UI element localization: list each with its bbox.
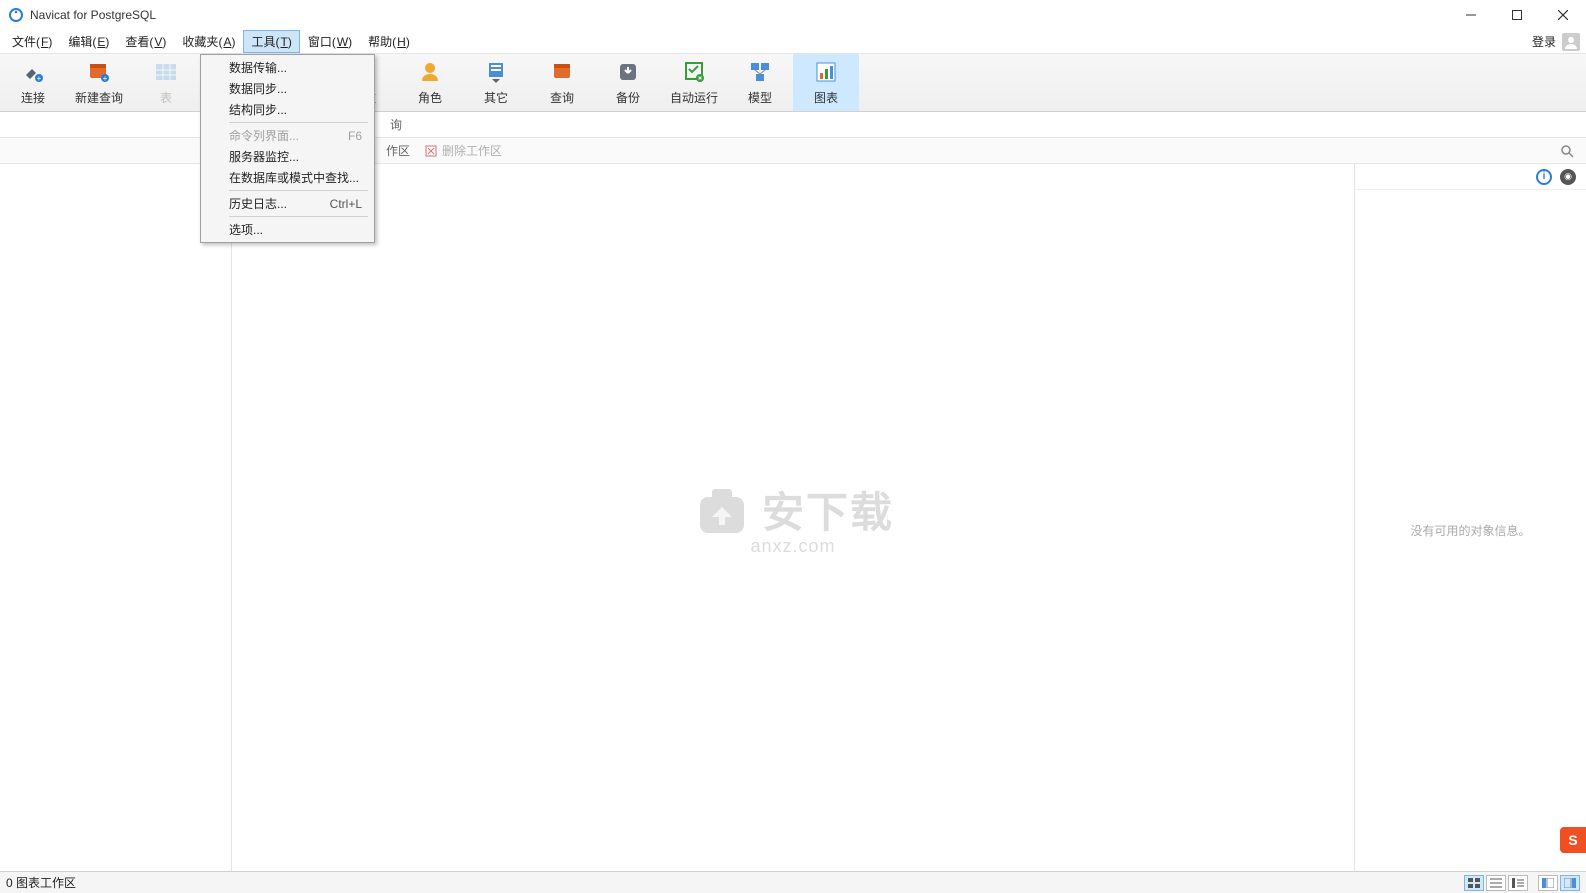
- query-icon: [549, 59, 575, 85]
- other-icon: [483, 59, 509, 85]
- menu-view[interactable]: 查看(V): [117, 30, 174, 53]
- autorun-icon: [681, 59, 707, 85]
- menu-separator: [229, 216, 368, 217]
- menu-separator: [229, 190, 368, 191]
- menu-structure-sync[interactable]: 结构同步...: [203, 99, 372, 120]
- view-list-button[interactable]: [1486, 875, 1506, 891]
- menu-window[interactable]: 窗口(W): [300, 30, 360, 53]
- info-panel-empty: 没有可用的对象信息。: [1355, 190, 1586, 871]
- minimize-button[interactable]: [1448, 0, 1494, 30]
- watermark: 安下载 anxz.com: [692, 479, 894, 557]
- titlebar: Navicat for PostgreSQL: [0, 0, 1586, 30]
- toolbar-autorun[interactable]: 自动运行: [661, 54, 727, 111]
- menu-options[interactable]: 选项...: [203, 219, 372, 240]
- workspace-label-fragment: 作区: [386, 142, 410, 159]
- newquery-icon: +: [86, 59, 112, 85]
- watermark-text-small: anxz.com: [692, 536, 894, 557]
- table-icon: [153, 59, 179, 85]
- menu-console: 命令列界面...F6: [203, 125, 372, 146]
- menubar: 文件(F) 编辑(E) 查看(V) 收藏夹(A) 工具(T) 窗口(W) 帮助(…: [0, 30, 1586, 54]
- info-icon[interactable]: i: [1536, 169, 1552, 185]
- menu-separator: [229, 122, 368, 123]
- info-panel-tabs: i ◉: [1355, 164, 1586, 190]
- menu-server-monitor[interactable]: 服务器监控...: [203, 146, 372, 167]
- toolbar-newquery[interactable]: + 新建查询: [66, 54, 132, 111]
- toolbar-chart[interactable]: 图表: [793, 54, 859, 111]
- login-label: 登录: [1532, 33, 1556, 50]
- menu-find-in-db[interactable]: 在数据库或模式中查找...: [203, 167, 372, 188]
- status-text: 0 图表工作区: [6, 874, 76, 891]
- menu-help[interactable]: 帮助(H): [360, 30, 418, 53]
- view-grid-button[interactable]: [1464, 875, 1484, 891]
- backup-icon: [615, 59, 641, 85]
- statusbar: 0 图表工作区: [0, 871, 1586, 893]
- chart-icon: [813, 59, 839, 85]
- window-title: Navicat for PostgreSQL: [30, 8, 1448, 22]
- connection-tree[interactable]: [0, 164, 232, 871]
- menu-data-sync[interactable]: 数据同步...: [203, 78, 372, 99]
- toolbar-connect[interactable]: + 连接: [0, 54, 66, 111]
- maximize-button[interactable]: [1494, 0, 1540, 30]
- toolbar-backup[interactable]: 备份: [595, 54, 661, 111]
- main-area: 安下载 anxz.com i ◉ 没有可用的对象信息。: [0, 164, 1586, 871]
- window-controls: [1448, 0, 1586, 30]
- toolbar-model[interactable]: 模型: [727, 54, 793, 111]
- toggle-info-button[interactable]: [1560, 875, 1580, 891]
- info-panel: i ◉ 没有可用的对象信息。: [1354, 164, 1586, 871]
- object-tab[interactable]: 询: [376, 112, 416, 137]
- tools-dropdown: 数据传输... 数据同步... 结构同步... 命令列界面...F6 服务器监控…: [200, 54, 375, 243]
- watermark-text-big: 安下载: [762, 479, 894, 540]
- preview-icon[interactable]: ◉: [1560, 169, 1576, 185]
- svg-text:+: +: [37, 74, 42, 83]
- close-button[interactable]: [1540, 0, 1586, 30]
- search-button[interactable]: [1560, 144, 1578, 158]
- menu-favorites[interactable]: 收藏夹(A): [174, 30, 243, 53]
- svg-text:+: +: [103, 74, 108, 83]
- avatar-icon: [1562, 33, 1580, 51]
- toggle-tree-button[interactable]: [1538, 875, 1558, 891]
- toolbar-other[interactable]: 其它: [463, 54, 529, 111]
- role-icon: [417, 59, 443, 85]
- toolbar-role[interactable]: 角色: [397, 54, 463, 111]
- view-detail-button[interactable]: [1508, 875, 1528, 891]
- menu-data-transfer[interactable]: 数据传输...: [203, 57, 372, 78]
- menu-edit[interactable]: 编辑(E): [60, 30, 117, 53]
- search-icon: [1560, 144, 1574, 158]
- menu-history-log[interactable]: 历史日志...Ctrl+L: [203, 193, 372, 214]
- plug-icon: +: [20, 59, 46, 85]
- ime-badge[interactable]: S: [1560, 827, 1586, 853]
- toolbar-table[interactable]: 表: [133, 54, 199, 111]
- menu-file[interactable]: 文件(F): [4, 30, 60, 53]
- view-mode-buttons: [1464, 875, 1580, 891]
- delete-workspace-button[interactable]: 删除工作区: [424, 142, 502, 159]
- login-area[interactable]: 登录: [1532, 30, 1586, 53]
- model-icon: [747, 59, 773, 85]
- center-pane: 安下载 anxz.com: [232, 164, 1354, 871]
- menu-tools[interactable]: 工具(T): [243, 30, 299, 53]
- toolbar-query[interactable]: 查询: [529, 54, 595, 111]
- delete-icon: [424, 144, 438, 158]
- app-icon: [8, 7, 24, 23]
